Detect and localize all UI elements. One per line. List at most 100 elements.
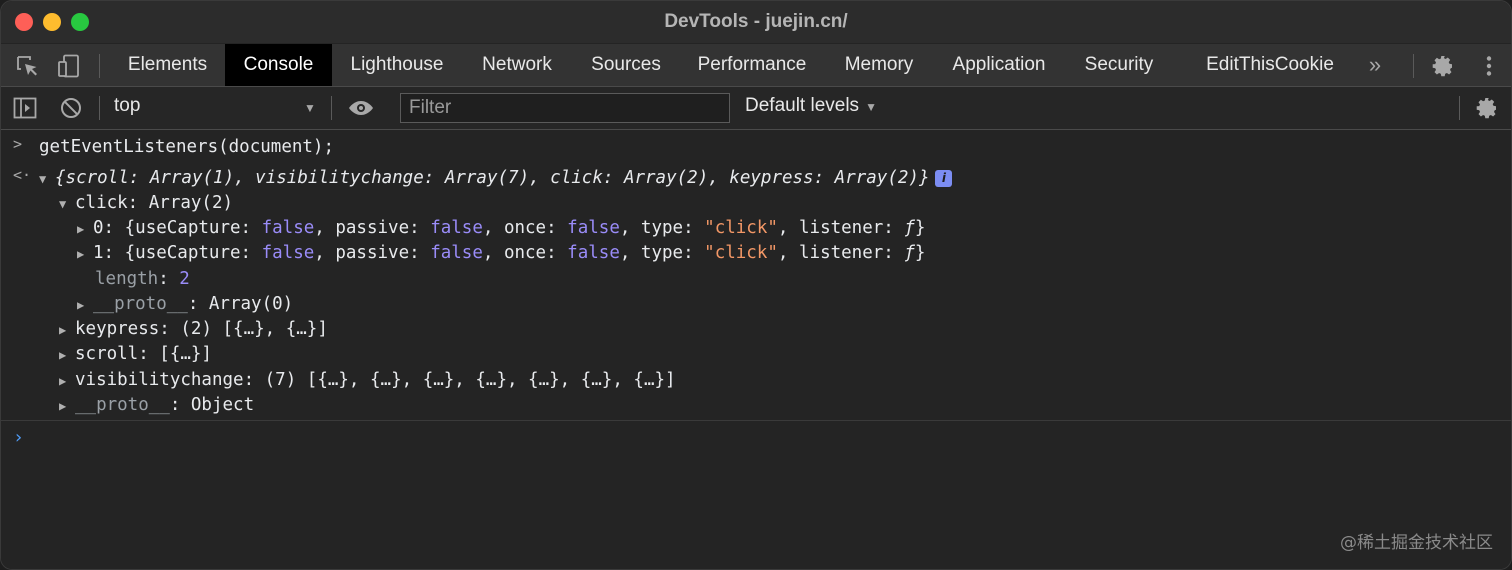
collapsed-triangle-icon[interactable]: ▶ (59, 369, 75, 394)
collapsed-triangle-icon[interactable]: ▶ (59, 394, 75, 419)
scroll-value: : [{…}] (138, 344, 212, 364)
zoom-window-button[interactable] (71, 13, 89, 31)
show-sidebar-icon[interactable] (13, 96, 37, 120)
collapsed-triangle-icon[interactable]: ▶ (77, 217, 93, 242)
tab-elements[interactable]: Elements (112, 44, 223, 86)
object-close: } (914, 243, 926, 263)
expanded-triangle-icon[interactable]: ▼ (59, 192, 75, 217)
once-key: , once: (482, 218, 568, 238)
console-toolbar: top ▼ Default levels ▼ (1, 87, 1511, 130)
live-expression-eye-icon[interactable] (347, 96, 375, 120)
inspect-element-icon[interactable] (15, 54, 39, 78)
type-key: , type: (619, 218, 705, 238)
tab-application[interactable]: Application (934, 44, 1064, 86)
listener-value: ƒ (904, 243, 915, 263)
item-index: 0 (93, 218, 104, 238)
result-arrow-icon: <· (13, 166, 32, 184)
console-settings-gear-icon[interactable] (1475, 96, 1499, 120)
tree-node-visibilitychange[interactable]: ▶ visibilitychange: (7) [{…}, {…}, {…}, {… (59, 368, 676, 393)
device-toolbar-icon[interactable] (57, 54, 81, 78)
tree-node-object-proto[interactable]: ▶ __proto__: Object (59, 393, 254, 418)
console-divider (1, 420, 1511, 421)
once-value: false (567, 218, 620, 238)
visibilitychange-key: visibilitychange (75, 370, 244, 390)
more-tabs-button[interactable]: » (1359, 44, 1391, 86)
expanded-triangle-icon[interactable]: ▼ (39, 167, 55, 192)
chevron-down-icon: ▼ (304, 101, 316, 115)
settings-gear-icon[interactable] (1431, 54, 1455, 78)
tree-node-keypress[interactable]: ▶ keypress: (2) [{…}, {…}] (59, 317, 328, 342)
window-controls (15, 13, 89, 31)
proto-key: __proto__ (75, 395, 170, 415)
collapsed-triangle-icon[interactable]: ▶ (77, 242, 93, 267)
input-chevron-icon: > (13, 135, 23, 153)
result-object-summary[interactable]: ▼ {scroll: Array(1), visibilitychange: Ar… (39, 166, 953, 192)
panel-tabs-bar: Elements Console Lighthouse Network Sour… (1, 44, 1511, 87)
listener-value: ƒ (904, 218, 915, 238)
type-value: "click" (704, 243, 778, 263)
toolbar-divider (1459, 96, 1460, 120)
collapsed-triangle-icon[interactable]: ▶ (59, 318, 75, 343)
devtools-window: DevTools - juejin.cn/ Elements Console L… (0, 0, 1512, 570)
collapsed-triangle-icon[interactable]: ▶ (59, 343, 75, 368)
close-window-button[interactable] (15, 13, 33, 31)
tab-security[interactable]: Security (1067, 44, 1171, 86)
collapsed-triangle-icon[interactable]: ▶ (77, 293, 93, 318)
length-value: 2 (179, 269, 190, 289)
toolbar-divider (331, 96, 332, 120)
tree-node-item-0[interactable]: ▶ 0: {useCapture: false, passive: false, … (77, 216, 925, 241)
keypress-value: : (2) [{…}, {…}] (159, 319, 328, 339)
once-key: , once: (482, 243, 568, 263)
use-capture-value: false (261, 218, 315, 238)
toolbar-divider (1413, 54, 1414, 78)
visibilitychange-value: : (7) [{…}, {…}, {…}, {…}, {…}, {…}, {…}… (243, 370, 676, 390)
toolbar-divider (99, 54, 100, 78)
length-key: length (95, 269, 159, 289)
tree-node-array-proto[interactable]: ▶ __proto__: Array(0) (77, 292, 293, 317)
log-levels-label: Default levels (745, 95, 860, 116)
use-capture-key: : {useCapture: (103, 218, 262, 238)
scroll-key: scroll (75, 344, 139, 364)
info-icon[interactable]: i (935, 169, 953, 187)
chevron-down-icon: ▼ (865, 100, 877, 114)
console-output: > getEventListeners(document); <· ▼ {scro… (1, 130, 1511, 569)
more-options-icon[interactable] (1477, 54, 1501, 78)
tab-editthiscookie[interactable]: EditThisCookie (1191, 44, 1349, 86)
javascript-context-select[interactable]: top (114, 95, 140, 117)
tab-sources[interactable]: Sources (573, 44, 679, 86)
tree-node-length: length: 2 (95, 269, 190, 289)
console-prompt-icon[interactable]: › (13, 427, 24, 448)
tab-console[interactable]: Console (225, 44, 332, 86)
type-key: , type: (619, 243, 705, 263)
once-value: false (567, 243, 620, 263)
type-value: "click" (704, 218, 778, 238)
object-close: } (914, 218, 926, 238)
tree-node-item-1[interactable]: ▶ 1: {useCapture: false, passive: false, … (77, 241, 925, 266)
click-node-label: click: Array(2) (75, 193, 234, 213)
tree-node-click[interactable]: ▼ click: Array(2) (59, 191, 233, 216)
tab-performance[interactable]: Performance (681, 44, 823, 86)
tab-memory[interactable]: Memory (827, 44, 931, 86)
passive-key: , passive: (314, 243, 431, 263)
passive-key: , passive: (314, 218, 431, 238)
title-bar: DevTools - juejin.cn/ (1, 1, 1511, 43)
summary-text: {scroll: Array(1), visibilitychange: Arr… (55, 168, 930, 188)
tab-lighthouse[interactable]: Lighthouse (334, 44, 460, 86)
listener-key: , listener: (777, 243, 905, 263)
proto-value: : Object (169, 395, 255, 415)
tab-network[interactable]: Network (463, 44, 571, 86)
toolbar-divider (99, 96, 100, 120)
window-title: DevTools - juejin.cn/ (664, 11, 848, 32)
proto-key: __proto__ (93, 294, 188, 314)
listener-key: , listener: (777, 218, 905, 238)
log-levels-dropdown[interactable]: Default levels ▼ (745, 95, 877, 117)
clear-console-icon[interactable] (59, 96, 83, 120)
filter-input[interactable] (400, 93, 730, 123)
use-capture-value: false (261, 243, 315, 263)
tree-node-scroll[interactable]: ▶ scroll: [{…}] (59, 342, 212, 367)
minimize-window-button[interactable] (43, 13, 61, 31)
console-input-line: getEventListeners(document); (39, 137, 335, 157)
item-index: 1 (93, 243, 104, 263)
use-capture-key: : {useCapture: (103, 243, 262, 263)
watermark: @稀土掘金技术社区 (1340, 533, 1493, 553)
